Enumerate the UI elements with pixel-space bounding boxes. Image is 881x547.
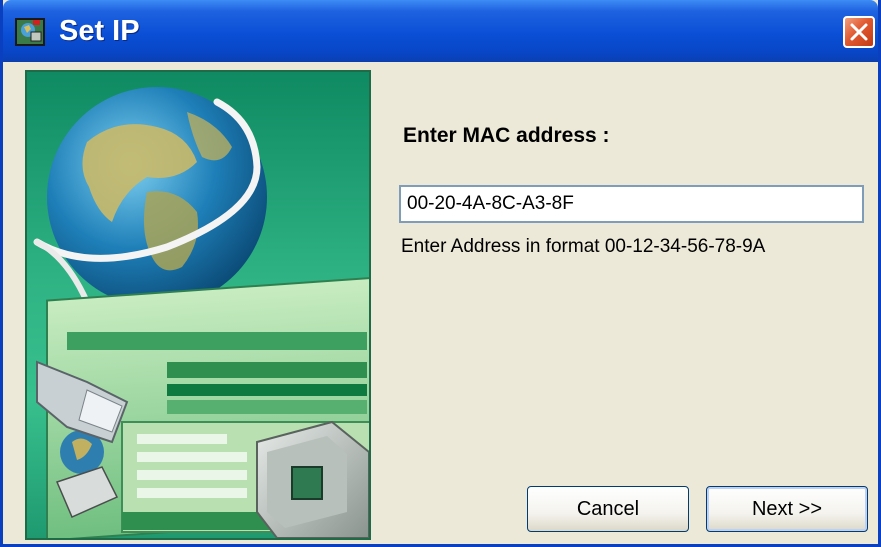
close-button[interactable] [843,16,875,48]
wizard-illustration [25,70,371,540]
next-button[interactable]: Next >> [706,486,868,532]
title-bar[interactable]: Set IP [3,0,878,62]
set-ip-dialog: Set IP Enter MAC address: 00-20-4A-8C-A… [0,0,881,547]
cancel-button[interactable]: Cancel [527,486,689,532]
mac-address-input[interactable] [399,185,864,223]
window-title: Set IP [59,15,140,47]
close-icon [850,23,868,41]
format-hint: Enter Address in format 00-12-34-56-78-9… [401,236,766,257]
network-globe-icon [15,18,45,46]
mac-address-label: Enter MAC address : [403,124,610,147]
